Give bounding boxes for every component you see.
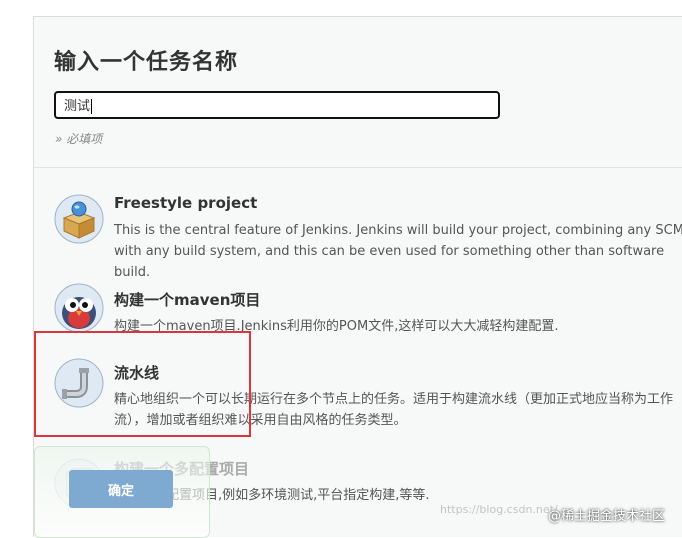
item-type-maven[interactable]: 构建一个maven项目 构建一个maven项目.Jenkins利用你的POM文件… [54, 283, 682, 339]
item-type-pipeline[interactable]: 流水线 精心地组织一个可以长期运行在多个节点上的任务。适用于构建流水线（更加正式… [54, 358, 682, 432]
item-description: 构建一个maven项目.Jenkins利用你的POM文件,这样可以大大减轻构建配… [114, 319, 559, 334]
page-title: 输入一个任务名称 [54, 50, 239, 75]
item-name: Freestyle project [114, 194, 258, 212]
item-description: This is the central feature of Jenkins. … [114, 223, 682, 280]
item-name-value: 测试 [64, 99, 91, 114]
item-type-freestyle[interactable]: Freestyle project This is the central fe… [54, 194, 682, 280]
item-description: 精心地组织一个可以长期运行在多个节点上的任务。适用于构建流水线（更加正式地应当称… [114, 392, 674, 428]
divider [34, 167, 682, 168]
ok-button[interactable]: 确定 [69, 470, 173, 508]
item-name-input[interactable]: 测试 [54, 91, 500, 119]
maven-owl-icon [54, 283, 104, 333]
watermark-brand: @稀土掘金技术社区 [548, 509, 666, 524]
box-icon [54, 194, 104, 244]
text-caret [91, 99, 93, 114]
required-note: » 必填项 [55, 132, 103, 146]
item-name: 构建一个maven项目 [114, 291, 261, 309]
pipeline-icon [54, 358, 104, 408]
item-name: 流水线 [114, 364, 160, 382]
